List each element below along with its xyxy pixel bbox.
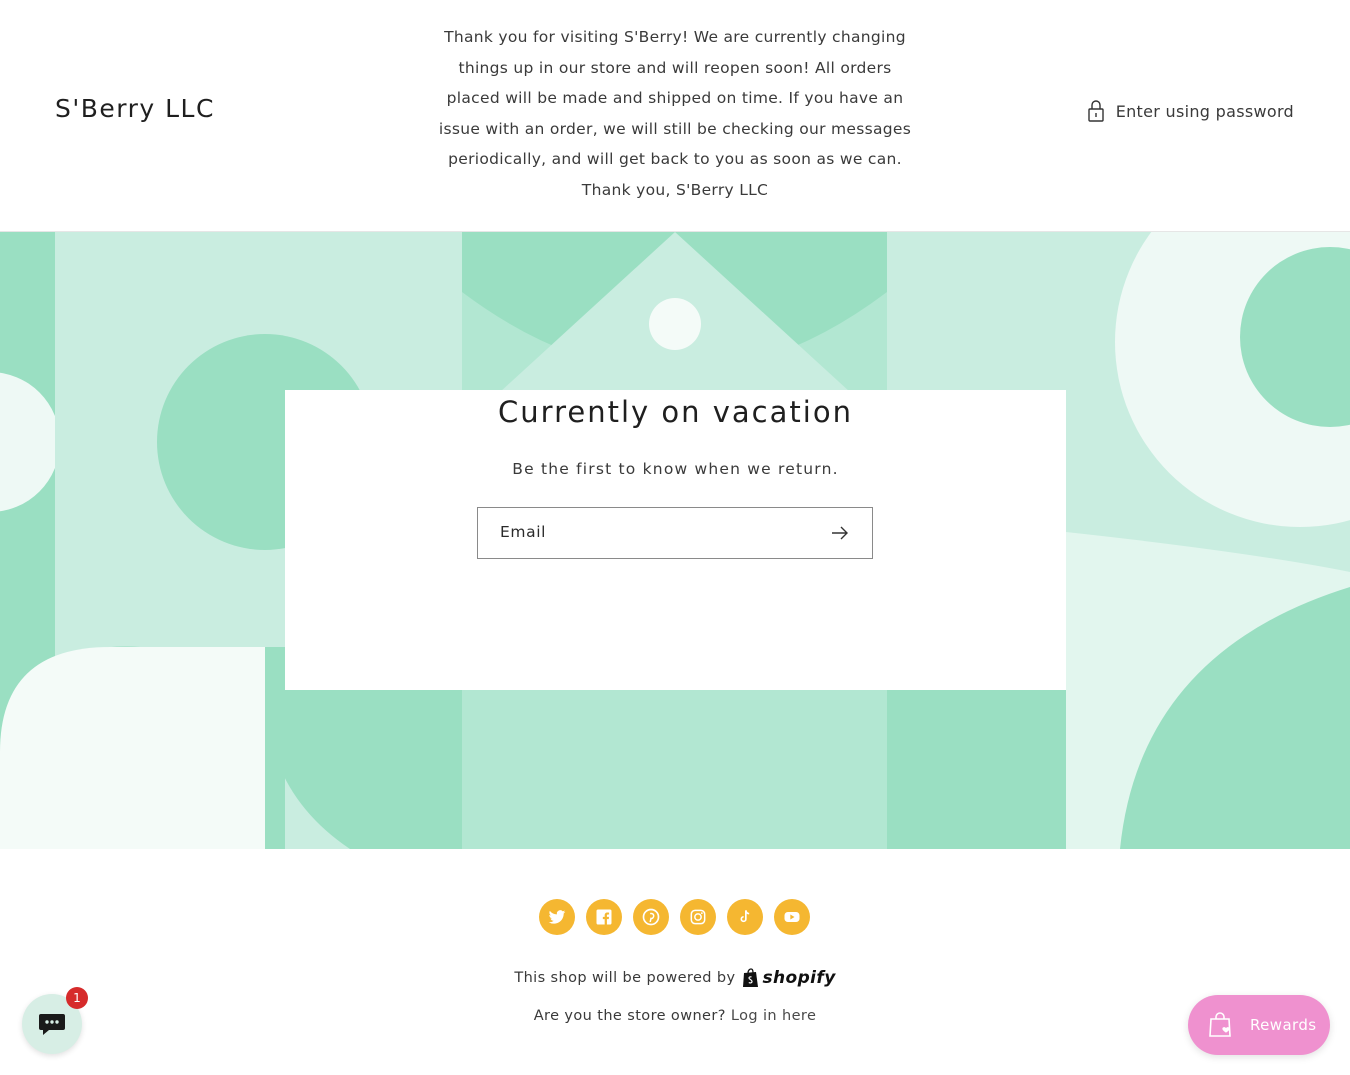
store-notice: Thank you for visiting S'Berry! We are c… [425,22,925,205]
rewards-label: Rewards [1250,1016,1317,1034]
owner-login: Are you the store owner? Log in here [0,1008,1350,1024]
email-field[interactable]: Email [477,507,873,559]
hero-banner: Currently on vacation Be the first to kn… [0,232,1350,849]
powered-text: This shop will be powered by [514,970,736,986]
shopify-wordmark: shopify [762,968,836,988]
page-title: Currently on vacation [498,395,853,429]
facebook-icon[interactable] [586,899,622,935]
enter-password-label: Enter using password [1115,101,1294,121]
rewards-button[interactable]: Rewards [1188,995,1330,1055]
enter-password-button[interactable]: Enter using password [1086,99,1294,123]
owner-question: Are you the store owner? [533,1008,726,1024]
twitter-icon[interactable] [539,899,575,935]
newsletter-card: Currently on vacation Be the first to kn… [285,390,1066,690]
notice-line: placed will be made and shipped on time.… [446,89,904,107]
gift-bag-icon [1209,1012,1231,1037]
page-subtitle: Be the first to know when we return. [512,460,839,478]
site-footer: This shop will be powered by shopify Are… [0,850,1350,1075]
notice-line: things up in our store and will reopen s… [458,58,892,77]
pinterest-icon[interactable] [633,899,669,935]
site-header: S'Berry LLC Thank you for visiting S'Ber… [0,0,1350,232]
youtube-icon[interactable] [774,899,810,935]
arrow-right-icon[interactable] [828,522,852,544]
lock-icon [1088,100,1104,122]
tiktok-icon[interactable] [727,899,763,935]
shopify-bag-icon [742,968,758,987]
notification-badge: 1 [66,987,88,1009]
social-links [539,899,810,935]
email-field-label: Email [500,523,547,541]
notice-line: Thank you, S'Berry LLC [581,180,769,199]
brand-name[interactable]: S'Berry LLC [55,94,215,123]
login-link[interactable]: Log in here [731,1008,816,1024]
chat-icon [39,1014,65,1035]
notice-line: Thank you for visiting S'Berry! We are c… [444,28,906,46]
instagram-icon[interactable] [680,899,716,935]
shopify-logo[interactable]: shopify [742,968,836,988]
powered-by: This shop will be powered by shopify [0,968,1350,988]
notice-line: periodically, and will get back to you a… [448,150,902,168]
notice-line: issue with an order, we will still be ch… [438,119,912,138]
